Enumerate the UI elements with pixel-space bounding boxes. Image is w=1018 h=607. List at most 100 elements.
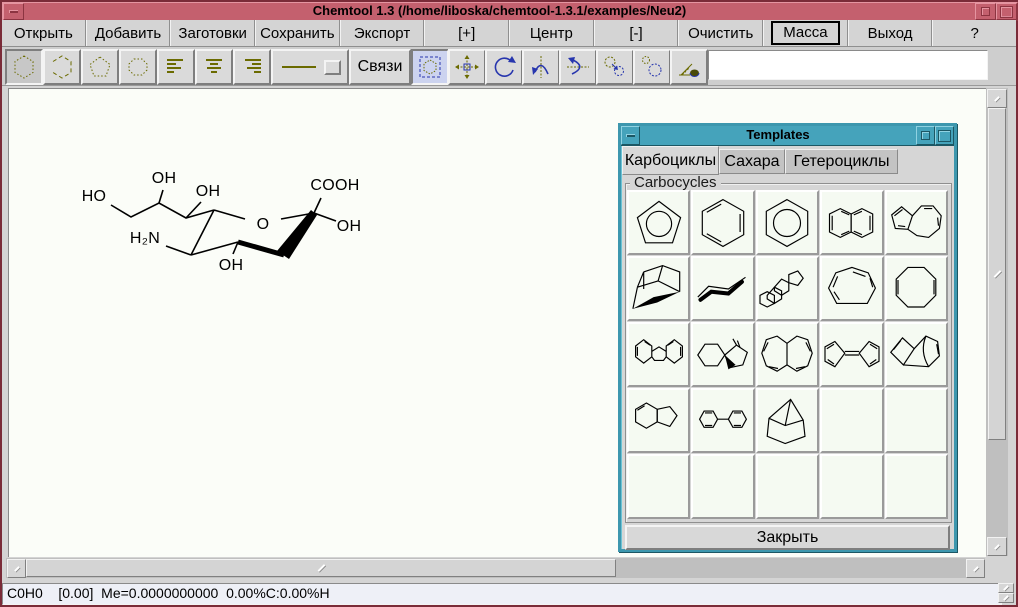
- horizontal-scrollbar[interactable]: [6, 558, 985, 578]
- menu-item-zoom-out[interactable]: [-]: [594, 20, 679, 46]
- tool-select[interactable]: [411, 49, 449, 85]
- menu-item-mass[interactable]: Масса: [763, 20, 848, 46]
- menu-item-quit[interactable]: Выход: [848, 20, 933, 46]
- bonds-label: Связи: [358, 58, 403, 76]
- molecule-label-ho: HO: [82, 188, 107, 206]
- menu-item-export[interactable]: Экспорт: [340, 20, 425, 46]
- carbocycles-frame-label: Carbocycles: [630, 174, 721, 191]
- template-cyclooctane[interactable]: [885, 256, 948, 321]
- menu-item-clear[interactable]: Очистить: [678, 20, 763, 46]
- thumb-grip-icon: [993, 270, 1001, 278]
- tool-ring-hexagon-open[interactable]: [43, 49, 81, 85]
- template-bicyclic-bridge[interactable]: [885, 322, 948, 387]
- menu-item-templates[interactable]: Заготовки: [170, 20, 255, 46]
- statusbar-grip[interactable]: [998, 583, 1014, 603]
- menu-item-center[interactable]: Центр: [509, 20, 594, 46]
- template-naphthalene[interactable]: [820, 190, 883, 255]
- octagon-dotted-icon: [125, 54, 151, 80]
- template-empty-4[interactable]: [691, 454, 754, 519]
- tool-bond-type[interactable]: [271, 49, 349, 85]
- tool-flip-vertical[interactable]: [522, 49, 560, 85]
- template-cyclopentadienyl[interactable]: [627, 190, 690, 255]
- chemtool-window: Chemtool 1.3 (/home/liboska/chemtool-1.3…: [0, 0, 1018, 607]
- template-fluorene[interactable]: [627, 322, 690, 387]
- minimize-icon: [9, 10, 18, 13]
- menu-item-save[interactable]: Сохранить: [255, 20, 340, 46]
- v-scroll-bottom-button[interactable]: [987, 537, 1007, 556]
- molecule-label-oh-c2: OH: [337, 218, 362, 236]
- molecule-label-oh-c8: OH: [152, 170, 177, 188]
- flip-vertical-icon: [528, 54, 554, 80]
- maximize-small-button[interactable]: [975, 3, 996, 20]
- toolbar-entry-field[interactable]: [708, 50, 988, 80]
- h-scroll-right-button[interactable]: [966, 559, 985, 578]
- minimize-button[interactable]: [3, 3, 24, 20]
- tab-heterocycles[interactable]: Гетероциклы: [785, 149, 898, 174]
- template-empty-6[interactable]: [820, 454, 883, 519]
- tool-zoom[interactable]: [633, 49, 671, 85]
- menu-item-help[interactable]: ?: [932, 20, 1016, 46]
- pentagon-dotted-icon: [87, 54, 113, 80]
- rotate-icon: [491, 54, 517, 80]
- scroll-arrow-icon: [973, 566, 979, 572]
- template-indene[interactable]: [627, 388, 690, 453]
- tool-align-left[interactable]: [157, 49, 195, 85]
- templates-maximize-button[interactable]: [935, 126, 954, 145]
- template-spiro-ring[interactable]: [691, 322, 754, 387]
- tool-flip-horizontal[interactable]: [559, 49, 597, 85]
- template-benzene[interactable]: [691, 190, 754, 255]
- template-norbornane[interactable]: [756, 388, 819, 453]
- molecule-label-cooh: COOH: [310, 177, 359, 195]
- grip-icon: [1003, 585, 1009, 591]
- v-scroll-thumb[interactable]: [988, 108, 1006, 440]
- grip-bottom-button[interactable]: [998, 593, 1014, 603]
- bond-line-icon: [279, 54, 319, 80]
- tool-bonds-button[interactable]: Связи: [349, 49, 411, 85]
- templates-maximize-small-button[interactable]: [916, 126, 935, 145]
- grip-icon: [1003, 595, 1009, 601]
- template-steroid-rings[interactable]: [756, 256, 819, 321]
- tool-align-right[interactable]: [233, 49, 271, 85]
- template-cycloheptatriene[interactable]: [820, 256, 883, 321]
- menu-item-zoom-in[interactable]: [+]: [424, 20, 509, 46]
- template-fulvalene[interactable]: [820, 322, 883, 387]
- template-benzene-circle[interactable]: [756, 190, 819, 255]
- menu-item-open[interactable]: Открыть: [2, 20, 86, 46]
- template-empty-3[interactable]: [627, 454, 690, 519]
- template-azulene[interactable]: [885, 190, 948, 255]
- templates-minimize-button[interactable]: [621, 126, 640, 145]
- tab-carbocycles[interactable]: Карбоциклы: [622, 146, 719, 175]
- template-empty-7[interactable]: [885, 454, 948, 519]
- h-scroll-left-button[interactable]: [7, 559, 26, 578]
- template-heptalene[interactable]: [756, 322, 819, 387]
- template-empty-1[interactable]: [820, 388, 883, 453]
- maximize-button[interactable]: [996, 3, 1017, 20]
- templates-close-button[interactable]: Закрыть: [625, 525, 950, 550]
- tool-scale[interactable]: [596, 49, 634, 85]
- template-biphenyl[interactable]: [691, 388, 754, 453]
- molecule-label-h2n: H₂N: [130, 230, 160, 248]
- tool-move[interactable]: [448, 49, 486, 85]
- template-empty-5[interactable]: [756, 454, 819, 519]
- grip-top-button[interactable]: [998, 583, 1014, 593]
- tool-rotate[interactable]: [485, 49, 523, 85]
- template-cyclohexane-chair[interactable]: [691, 256, 754, 321]
- templates-title: Templates: [640, 126, 916, 145]
- tool-clean[interactable]: [670, 49, 708, 85]
- menu-bar: Открыть Добавить Заготовки Сохранить Экс…: [2, 20, 1016, 47]
- tool-ring-hexagon[interactable]: [5, 49, 43, 85]
- tool-ring-pentagon[interactable]: [81, 49, 119, 85]
- template-empty-2[interactable]: [885, 388, 948, 453]
- tab-sugars[interactable]: Сахара: [719, 149, 785, 174]
- clean-broom-icon: [676, 54, 702, 80]
- v-scroll-top-button[interactable]: [987, 89, 1007, 108]
- menu-item-add[interactable]: Добавить: [86, 20, 171, 46]
- templates-tabs: Карбоциклы Сахара Гетероциклы: [621, 146, 954, 175]
- h-scroll-thumb[interactable]: [26, 559, 616, 577]
- zoom-circles-icon: [639, 54, 665, 80]
- tool-align-center[interactable]: [195, 49, 233, 85]
- tool-ring-octagon[interactable]: [119, 49, 157, 85]
- bond-type-dropdown[interactable]: [324, 60, 341, 75]
- template-adamantane[interactable]: [627, 256, 690, 321]
- vertical-scrollbar[interactable]: [986, 88, 1008, 556]
